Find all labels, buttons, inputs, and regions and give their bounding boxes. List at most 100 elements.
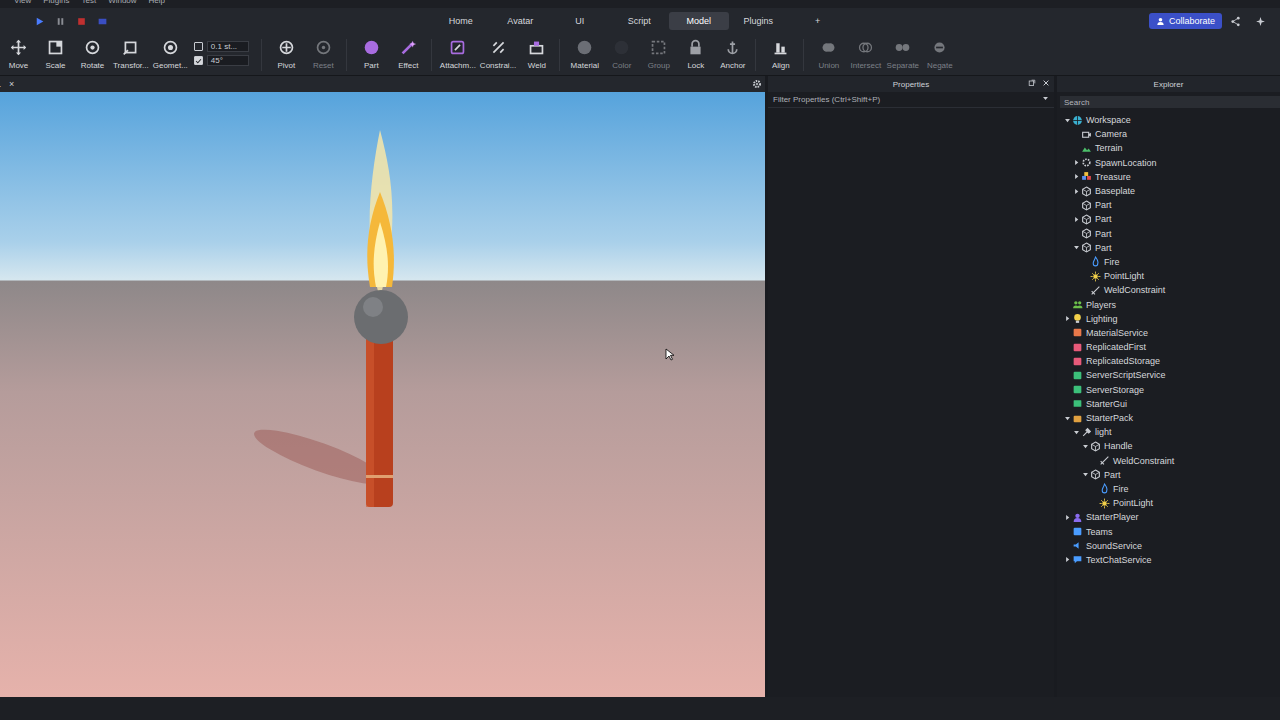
tool-button[interactable]: Intersect	[847, 39, 884, 71]
tree-item[interactable]: SoundService	[1057, 539, 1280, 553]
ribbon-tab[interactable]: UI	[550, 12, 610, 30]
ribbon-tab[interactable]: Avatar	[491, 12, 551, 30]
tree-item[interactable]: SpawnLocation	[1057, 156, 1280, 170]
menu-item[interactable]: Test	[81, 0, 96, 8]
tree-item[interactable]: Part	[1057, 227, 1280, 241]
tool-button[interactable]: Constrai...	[478, 39, 518, 71]
tree-item[interactable]: WeldConstraint	[1057, 454, 1280, 468]
expand-arrow-icon[interactable]	[1062, 314, 1072, 324]
expand-arrow-icon[interactable]	[1062, 115, 1072, 125]
tool-button[interactable]: Transfor...	[111, 39, 151, 71]
tree-item-label: Part	[1095, 243, 1112, 253]
tree-item[interactable]: PointLight	[1057, 496, 1280, 510]
expand-arrow-icon[interactable]	[1071, 172, 1081, 182]
tree-item[interactable]: Camera	[1057, 127, 1280, 141]
ribbon-tab[interactable]: Model	[669, 12, 729, 30]
tree-item[interactable]: Teams	[1057, 524, 1280, 538]
tool-button[interactable]: Part	[353, 39, 390, 71]
tree-item[interactable]: TextChatService	[1057, 553, 1280, 567]
menu-item[interactable]: Help	[149, 0, 165, 8]
ribbon-tab[interactable]: Script	[610, 12, 670, 30]
properties-filter[interactable]: Filter Properties (Ctrl+Shift+P)	[768, 92, 1054, 108]
tool-button[interactable]: Separate	[884, 39, 921, 71]
tool-button[interactable]: Union	[810, 39, 847, 71]
share-icon[interactable]	[1230, 16, 1241, 27]
tool-button[interactable]: Rotate	[74, 39, 111, 71]
tree-item[interactable]: Lighting	[1057, 312, 1280, 326]
tree-item[interactable]: Part	[1057, 198, 1280, 212]
tree-item[interactable]: ServerStorage	[1057, 383, 1280, 397]
ribbon-tab[interactable]: Home	[431, 12, 491, 30]
menu-item[interactable]: Plugins	[43, 0, 69, 8]
snap-field[interactable]: 45°	[207, 55, 249, 66]
assistant-icon[interactable]	[1255, 16, 1266, 27]
expand-arrow-icon[interactable]	[1080, 441, 1090, 451]
menu-item[interactable]: View	[14, 0, 31, 8]
tree-item[interactable]: WeldConstraint	[1057, 283, 1280, 297]
expand-arrow-icon[interactable]	[1062, 512, 1072, 522]
tree-item[interactable]: StarterPlayer	[1057, 510, 1280, 524]
tree-item[interactable]: ReplicatedStorage	[1057, 354, 1280, 368]
tool-button[interactable]: Attachm...	[438, 39, 478, 71]
tree-item[interactable]: Terrain	[1057, 141, 1280, 155]
viewport-tab-close[interactable]: ×	[9, 79, 14, 89]
tool-button[interactable]: Group	[640, 39, 677, 71]
search-input[interactable]	[1060, 96, 1280, 108]
tree-item[interactable]: Treasure	[1057, 170, 1280, 184]
tree-item[interactable]: ReplicatedFirst	[1057, 340, 1280, 354]
snap-field[interactable]: 0.1 st...	[207, 41, 249, 52]
snap-checkbox[interactable]	[194, 56, 203, 65]
tree-item[interactable]: StarterGui	[1057, 397, 1280, 411]
expand-arrow-icon[interactable]	[1062, 413, 1072, 423]
tree-item[interactable]: MaterialService	[1057, 326, 1280, 340]
tool-button[interactable]: Color	[603, 39, 640, 71]
tool-button[interactable]: Align	[762, 39, 799, 71]
tool-button[interactable]: Scale	[37, 39, 74, 71]
expand-arrow-icon[interactable]	[1062, 555, 1072, 565]
expand-arrow-icon[interactable]	[1071, 214, 1081, 224]
dropdown-icon[interactable]	[1042, 95, 1049, 104]
popout-icon[interactable]	[1028, 79, 1036, 89]
tool-button[interactable]: Lock	[677, 39, 714, 71]
close-icon[interactable]	[1042, 79, 1050, 89]
expand-arrow-icon[interactable]	[1080, 470, 1090, 480]
tool-button[interactable]: Geomet...	[151, 39, 190, 71]
tool-button[interactable]: Negate	[921, 39, 958, 71]
play-icon[interactable]	[34, 16, 45, 27]
tool-button[interactable]: Effect	[390, 39, 427, 71]
expand-arrow-icon[interactable]	[1071, 158, 1081, 168]
tree-item[interactable]: Baseplate	[1057, 184, 1280, 198]
pause-icon[interactable]	[55, 16, 66, 27]
tree-item[interactable]: Handle	[1057, 439, 1280, 453]
viewport-tab[interactable]: 1×	[0, 79, 14, 89]
tool-button[interactable]: Anchor	[714, 39, 751, 71]
stop-icon[interactable]	[76, 16, 87, 27]
tree-item[interactable]: light	[1057, 425, 1280, 439]
tree-item[interactable]: Part	[1057, 468, 1280, 482]
tree-item[interactable]: ServerScriptService	[1057, 368, 1280, 382]
gear-icon[interactable]	[752, 79, 762, 89]
expand-arrow-icon[interactable]	[1071, 427, 1081, 437]
tool-button[interactable]: Weld	[518, 39, 555, 71]
tree-item[interactable]: Players	[1057, 297, 1280, 311]
tree-item[interactable]: Fire	[1057, 255, 1280, 269]
tool-button[interactable]: Reset	[305, 39, 342, 71]
expand-arrow-icon[interactable]	[1071, 186, 1081, 196]
menu-item[interactable]: Window	[108, 0, 136, 8]
tree-item[interactable]: Part	[1057, 212, 1280, 226]
tree-item[interactable]: Part	[1057, 241, 1280, 255]
tree-item[interactable]: PointLight	[1057, 269, 1280, 283]
tool-button[interactable]: Move	[0, 39, 37, 71]
tool-button[interactable]: Pivot	[268, 39, 305, 71]
expand-arrow-icon[interactable]	[1071, 243, 1081, 253]
tool-button[interactable]: Material	[566, 39, 603, 71]
tree-item[interactable]: Fire	[1057, 482, 1280, 496]
ribbon-tab[interactable]: Plugins	[729, 12, 789, 30]
ribbon-tab[interactable]: +	[788, 12, 848, 30]
screen-icon[interactable]	[97, 16, 108, 27]
tree-item[interactable]: Workspace	[1057, 113, 1280, 127]
3d-viewport[interactable]	[0, 92, 765, 697]
snap-checkbox[interactable]	[194, 42, 203, 51]
tree-item[interactable]: StarterPack	[1057, 411, 1280, 425]
collaborate-button[interactable]: Collaborate	[1149, 13, 1222, 29]
